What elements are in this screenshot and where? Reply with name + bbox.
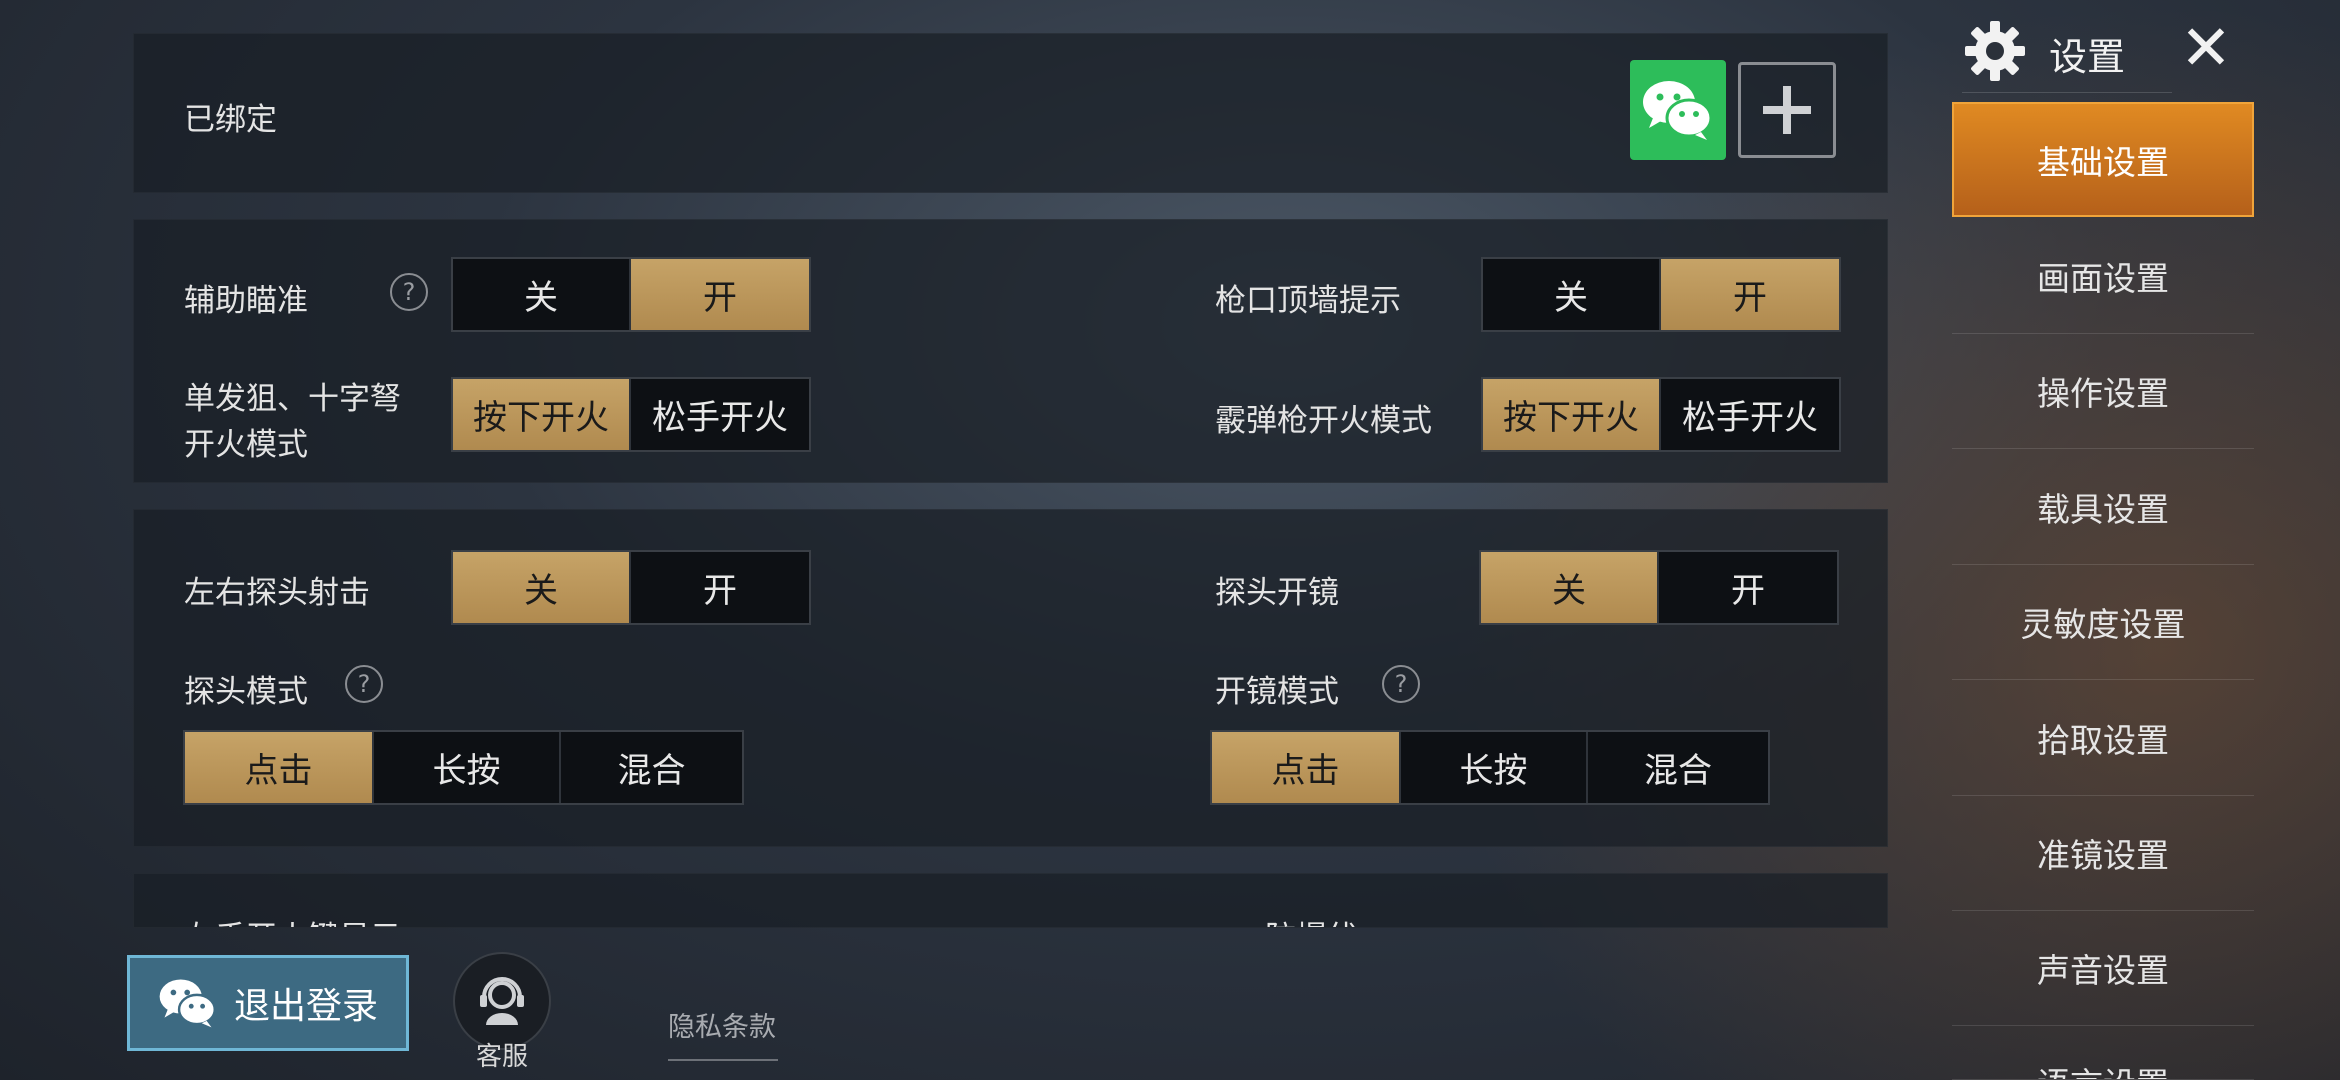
peek-settings-panel: 左右探头射击 关 开 探头开镜 关 开 探头模式 ? 点击 长按 混合 开镜模式… (133, 509, 1888, 847)
partial-settings-panel: 左手开火键显示 防爆伏 (133, 873, 1888, 928)
sniper-fire-label-line2: 开火模式 (184, 427, 308, 463)
muzzle-wall-label: 枪口顶墙提示 (1215, 283, 1401, 319)
aim-assist-on[interactable]: 开 (631, 259, 809, 330)
sniper-fire-release[interactable]: 松手开火 (631, 379, 809, 450)
scope-mode-mixed[interactable]: 混合 (1588, 732, 1768, 803)
aim-assist-toggle: 关 开 (451, 257, 811, 332)
sidebar-item-controls[interactable]: 操作设置 (1952, 334, 2254, 449)
settings-sidebar: 设置 ✕ 基础设置 画面设置 操作设置 载具设置 灵敏度设置 拾取设置 准镜设置… (1952, 0, 2254, 1080)
peek-shoot-label: 左右探头射击 (184, 575, 370, 611)
plus-icon (1763, 86, 1811, 134)
scope-mode-label: 开镜模式 (1215, 674, 1339, 710)
sidebar-item-sound[interactable]: 声音设置 (1952, 911, 2254, 1026)
close-icon[interactable]: ✕ (2180, 12, 2232, 84)
peek-mode-tap[interactable]: 点击 (185, 732, 374, 803)
sniper-fire-press[interactable]: 按下开火 (453, 379, 631, 450)
sniper-fire-toggle: 按下开火 松手开火 (451, 377, 811, 452)
shotgun-fire-label: 霰弹枪开火模式 (1215, 403, 1432, 439)
bound-label: 已绑定 (184, 102, 277, 138)
shotgun-fire-toggle: 按下开火 松手开火 (1481, 377, 1841, 452)
sidebar-item-graphics[interactable]: 画面设置 (1952, 219, 2254, 334)
add-binding-button[interactable] (1738, 62, 1836, 158)
peek-mode-selector: 点击 长按 混合 (183, 730, 744, 805)
peek-scope-toggle: 关 开 (1479, 550, 1839, 625)
scope-mode-tap[interactable]: 点击 (1212, 732, 1401, 803)
fire-settings-panel: 辅助瞄准 ? 关 开 枪口顶墙提示 关 开 单发狙、十字弩 开火模式 按下开火 … (133, 219, 1888, 483)
scope-mode-selector: 点击 长按 混合 (1210, 730, 1770, 805)
sidebar-item-vehicle[interactable]: 载具设置 (1952, 450, 2254, 565)
peek-shoot-toggle: 关 开 (451, 550, 811, 625)
peek-mode-label: 探头模式 (184, 674, 308, 710)
customer-service-button[interactable]: 客服 (452, 952, 552, 1072)
wechat-icon (1643, 81, 1713, 140)
settings-title: 设置 (2049, 35, 2126, 79)
wechat-bind-button[interactable] (1630, 60, 1726, 160)
left-fire-button-label: 左手开火键显示 (184, 912, 401, 927)
peek-mode-help-icon[interactable]: ? (345, 665, 383, 703)
sidebar-item-language[interactable]: 语言设置 (1952, 1026, 2254, 1080)
peek-shoot-on[interactable]: 开 (631, 552, 809, 623)
peek-scope-label: 探头开镜 (1215, 575, 1339, 611)
header-divider (1962, 92, 2172, 93)
peek-scope-on[interactable]: 开 (1659, 552, 1837, 623)
sidebar-item-pickup[interactable]: 拾取设置 (1952, 681, 2254, 796)
peek-mode-mixed[interactable]: 混合 (561, 732, 742, 803)
shotgun-fire-press[interactable]: 按下开火 (1483, 379, 1661, 450)
scope-mode-help-icon[interactable]: ? (1382, 665, 1420, 703)
sniper-fire-label-line1: 单发狙、十字弩 (184, 381, 401, 417)
muzzle-wall-off[interactable]: 关 (1483, 259, 1661, 330)
sidebar-item-basic[interactable]: 基础设置 (1952, 102, 2254, 217)
sidebar-header: 设置 ✕ (1962, 12, 2242, 93)
peek-scope-off[interactable]: 关 (1481, 552, 1659, 623)
logout-label: 退出登录 (233, 986, 378, 1027)
binding-panel: 已绑定 (133, 33, 1888, 193)
anti-explosion-label: 防爆伏 (1265, 912, 1358, 927)
customer-service-label: 客服 (475, 1042, 528, 1072)
shotgun-fire-release[interactable]: 松手开火 (1661, 379, 1839, 450)
aim-assist-off[interactable]: 关 (453, 259, 631, 330)
sidebar-item-sensitivity[interactable]: 灵敏度设置 (1952, 565, 2254, 680)
sidebar-item-scope[interactable]: 准镜设置 (1952, 796, 2254, 911)
muzzle-wall-toggle: 关 开 (1481, 257, 1841, 332)
peek-mode-hold[interactable]: 长按 (374, 732, 561, 803)
peek-shoot-off[interactable]: 关 (453, 552, 631, 623)
gear-icon (1965, 21, 2025, 81)
logout-button[interactable]: 退出登录 (127, 955, 409, 1051)
privacy-label: 隐私条款 (668, 1012, 776, 1043)
privacy-link[interactable]: 隐私条款 (668, 1005, 778, 1061)
aim-assist-label: 辅助瞄准 (184, 283, 308, 319)
wechat-icon (159, 979, 216, 1028)
aim-assist-help-icon[interactable]: ? (390, 273, 428, 311)
muzzle-wall-on[interactable]: 开 (1661, 259, 1839, 330)
scope-mode-hold[interactable]: 长按 (1401, 732, 1588, 803)
